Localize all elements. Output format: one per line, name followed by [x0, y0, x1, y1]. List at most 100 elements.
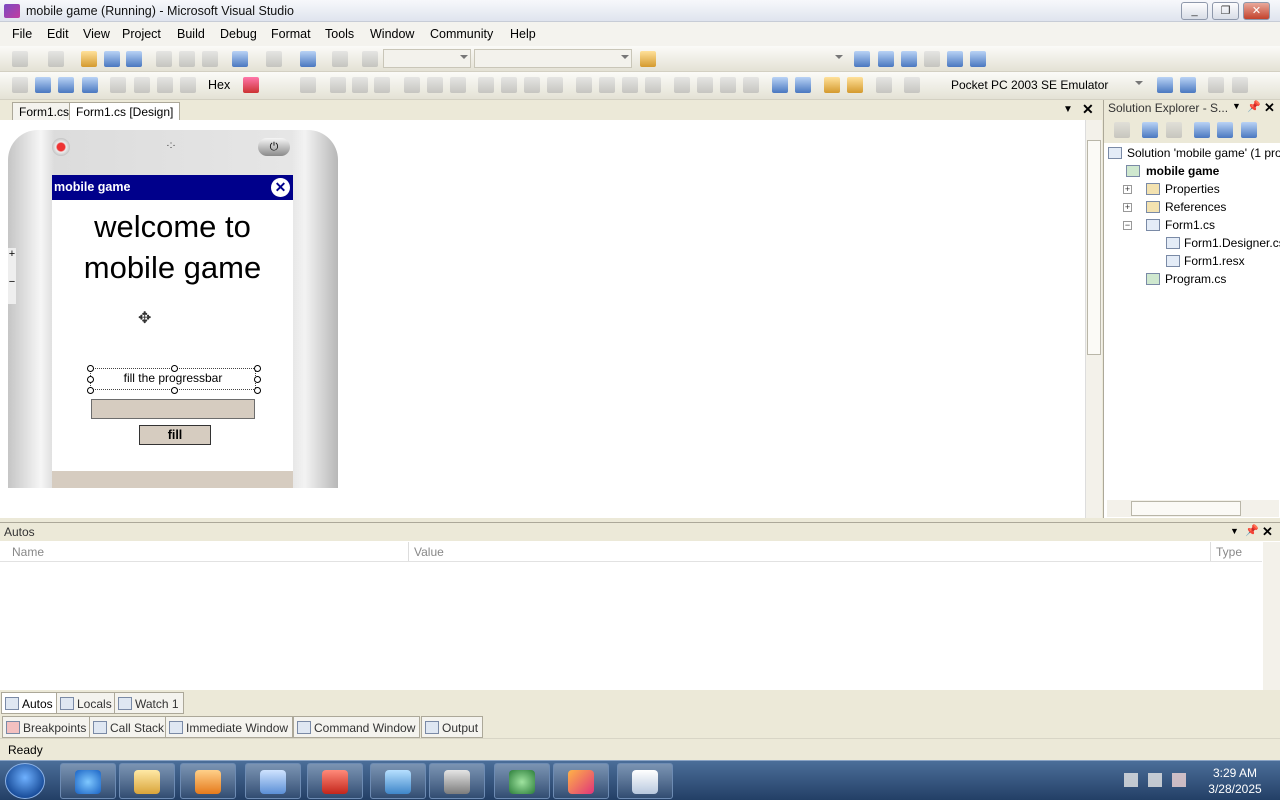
- make-same-width-icon[interactable]: [478, 77, 494, 93]
- find-combo[interactable]: [660, 49, 846, 68]
- cut-icon[interactable]: [156, 51, 172, 67]
- autos-vertical-scrollbar[interactable]: [1263, 542, 1280, 690]
- tab-breakpoints[interactable]: Breakpoints: [2, 716, 92, 738]
- tab-locals[interactable]: Locals: [56, 692, 117, 714]
- step-into-icon[interactable]: [134, 77, 150, 93]
- resize-handle[interactable]: [171, 365, 178, 372]
- show-next-statement-icon[interactable]: [110, 77, 126, 93]
- menu-tools[interactable]: Tools: [325, 27, 354, 41]
- tree-program-cs[interactable]: Program.cs: [1165, 272, 1226, 286]
- center-vertically-icon[interactable]: [795, 77, 811, 93]
- panel-dropdown-icon[interactable]: ▼: [1230, 526, 1239, 536]
- minimize-button[interactable]: _: [1181, 2, 1208, 20]
- view-designer-icon[interactable]: [1217, 122, 1233, 138]
- restart-icon[interactable]: [82, 77, 98, 93]
- action-center-flag-icon[interactable]: [1124, 773, 1138, 787]
- restore-button[interactable]: ❐: [1212, 2, 1239, 20]
- collapse-icon[interactable]: −: [1123, 221, 1132, 230]
- menu-project[interactable]: Project: [122, 27, 161, 41]
- menu-window[interactable]: Window: [370, 27, 414, 41]
- class-diagram-icon[interactable]: [1241, 122, 1257, 138]
- breakpoints-icon[interactable]: [243, 77, 259, 93]
- expand-icon[interactable]: +: [1123, 203, 1132, 212]
- device-options-icon[interactable]: [1157, 77, 1173, 93]
- properties-icon[interactable]: [1114, 122, 1130, 138]
- bring-to-front-icon[interactable]: [824, 77, 840, 93]
- menu-build[interactable]: Build: [177, 27, 205, 41]
- welcome-label[interactable]: welcome to mobile game: [52, 207, 293, 288]
- taskbar-internet-explorer[interactable]: [60, 763, 116, 799]
- undo-icon[interactable]: [232, 51, 248, 67]
- decrease-horizontal-spacing-icon[interactable]: [622, 77, 638, 93]
- column-divider[interactable]: [1210, 542, 1211, 561]
- menu-help[interactable]: Help: [510, 27, 536, 41]
- break-all-icon[interactable]: [35, 77, 51, 93]
- designer-vertical-scrollbar[interactable]: [1085, 120, 1102, 518]
- taskbar-tools-app[interactable]: [429, 763, 485, 799]
- send-to-back-icon[interactable]: [847, 77, 863, 93]
- expand-icon[interactable]: +: [1123, 185, 1132, 194]
- save-icon[interactable]: [104, 51, 120, 67]
- pin-icon[interactable]: 📌: [1247, 100, 1261, 113]
- network-tray-icon[interactable]: [1148, 773, 1162, 787]
- align-rights-icon[interactable]: [374, 77, 390, 93]
- active-files-dropdown-icon[interactable]: ▼: [1063, 104, 1073, 115]
- connect-to-device-icon[interactable]: [1180, 77, 1196, 93]
- tab-form1-cs[interactable]: Form1.cs: [12, 102, 77, 120]
- scrollbar-thumb[interactable]: [1131, 501, 1241, 516]
- align-centers-icon[interactable]: [352, 77, 368, 93]
- tab-order-icon[interactable]: [904, 77, 920, 93]
- remove-vertical-spacing-icon[interactable]: [743, 77, 759, 93]
- copy-icon[interactable]: [179, 51, 195, 67]
- scrollbar-thumb[interactable]: [1087, 140, 1101, 355]
- progress-bar[interactable]: [91, 399, 255, 419]
- increase-horizontal-spacing-icon[interactable]: [599, 77, 615, 93]
- device-deploy-icon[interactable]: [1232, 77, 1248, 93]
- remove-horizontal-spacing-icon[interactable]: [645, 77, 661, 93]
- navigate-icon[interactable]: [300, 51, 316, 67]
- platform-combo[interactable]: [474, 49, 632, 68]
- taskbar-control-panel[interactable]: [245, 763, 301, 799]
- fill-button[interactable]: fill: [139, 425, 211, 445]
- view-code-icon[interactable]: [1194, 122, 1210, 138]
- menu-edit[interactable]: Edit: [47, 27, 69, 41]
- vertical-spacing-icon[interactable]: [674, 77, 690, 93]
- close-panel-icon[interactable]: ✕: [1262, 524, 1273, 540]
- system-clock[interactable]: 3:29 AM 3/28/2025: [1196, 765, 1274, 797]
- object-browser-icon[interactable]: [901, 51, 917, 67]
- solution-explorer-icon[interactable]: [854, 51, 870, 67]
- tab-output[interactable]: Output: [421, 716, 484, 738]
- menu-file[interactable]: File: [12, 27, 32, 41]
- taskbar-visual-studio[interactable]: [553, 763, 609, 799]
- target-device-combo[interactable]: Pocket PC 2003 SE Emulator: [946, 75, 1146, 94]
- menu-debug[interactable]: Debug: [220, 27, 257, 41]
- column-value[interactable]: Value: [414, 545, 444, 559]
- navigate-forward-icon[interactable]: [332, 51, 348, 67]
- step-out-icon[interactable]: [180, 77, 196, 93]
- resize-handle[interactable]: [254, 376, 261, 383]
- tree-form1-cs[interactable]: Form1.cs: [1165, 218, 1215, 232]
- save-all-icon[interactable]: [126, 51, 142, 67]
- solution-config-combo[interactable]: [383, 49, 471, 68]
- tab-watch1[interactable]: Watch 1: [114, 692, 184, 714]
- close-panel-icon[interactable]: ✕: [1264, 100, 1275, 116]
- pin-icon[interactable]: 📌: [1245, 524, 1259, 537]
- solution-explorer-horizontal-scrollbar[interactable]: [1107, 500, 1279, 517]
- make-same-size-icon[interactable]: [524, 77, 540, 93]
- form-designer-surface[interactable]: ·:· ⏻ + − mobile game ✕ welcome to mobil…: [0, 120, 1085, 488]
- resize-handle[interactable]: [87, 365, 94, 372]
- tab-command-window[interactable]: Command Window: [293, 716, 421, 738]
- resize-handle[interactable]: [254, 387, 261, 394]
- align-to-grid-icon[interactable]: [300, 77, 316, 93]
- resize-handle[interactable]: [87, 387, 94, 394]
- properties-window-icon[interactable]: [878, 51, 894, 67]
- form-close-icon[interactable]: ✕: [271, 178, 290, 197]
- horizontal-spacing-icon[interactable]: [576, 77, 592, 93]
- align-middles-icon[interactable]: [427, 77, 443, 93]
- decrease-vertical-spacing-icon[interactable]: [720, 77, 736, 93]
- tree-form1-designer-cs[interactable]: Form1.Designer.cs: [1184, 236, 1280, 250]
- tab-form1-design[interactable]: Form1.cs [Design]: [69, 102, 181, 120]
- close-window-button[interactable]: ✕: [1243, 2, 1270, 20]
- start-page-icon[interactable]: [947, 51, 963, 67]
- redo-icon[interactable]: [266, 51, 282, 67]
